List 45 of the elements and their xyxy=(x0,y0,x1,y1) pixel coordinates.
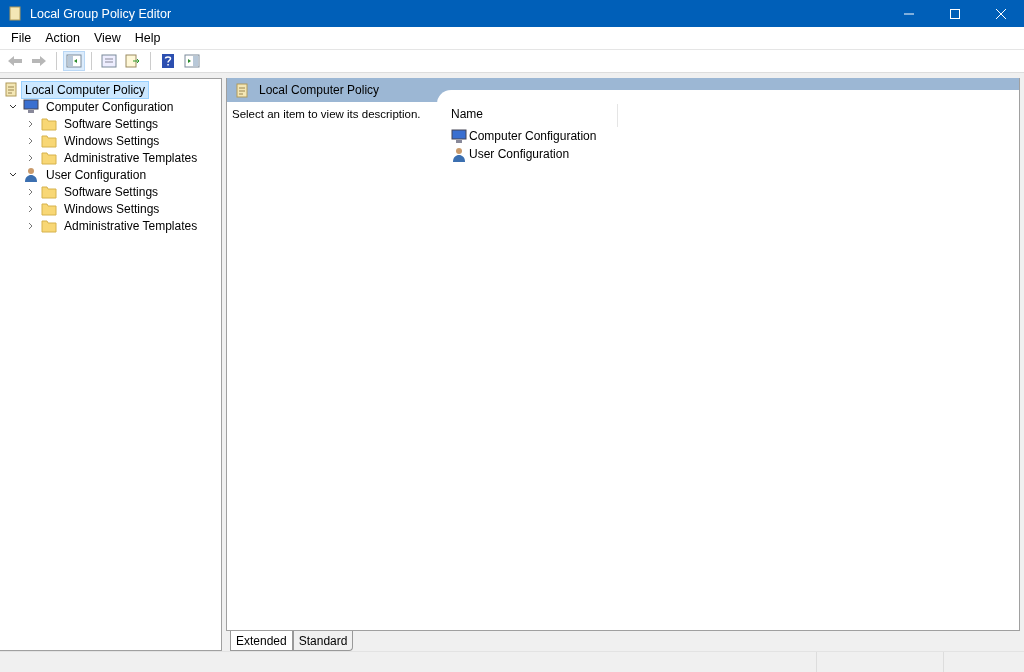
tree-item[interactable]: User Configuration xyxy=(42,165,151,184)
folder-icon xyxy=(41,150,57,165)
menu-item[interactable]: Help xyxy=(127,29,168,47)
tree-item[interactable]: Local Computer Policy xyxy=(21,80,150,99)
chevron-icon xyxy=(9,170,17,179)
scroll-icon xyxy=(4,82,18,97)
folder-icon xyxy=(41,218,57,233)
close-icon xyxy=(996,8,1006,19)
maximize-icon xyxy=(950,8,960,19)
folder-icon xyxy=(41,201,57,216)
list-item[interactable]: Computer Configuration xyxy=(469,129,597,143)
tree-item[interactable]: Administrative Templates xyxy=(60,216,202,235)
tree-item[interactable]: Windows Settings xyxy=(60,131,164,150)
pane-icon xyxy=(66,54,82,68)
user-icon xyxy=(23,167,39,182)
chevron-icon xyxy=(9,102,17,111)
view-tab[interactable]: Standard xyxy=(292,631,354,651)
help-icon xyxy=(161,53,175,69)
properties-icon xyxy=(101,54,117,68)
scroll-icon xyxy=(8,6,22,21)
computer-icon xyxy=(23,99,39,114)
list-item[interactable]: User Configuration xyxy=(469,147,570,161)
tree-item[interactable]: Computer Configuration xyxy=(42,97,178,116)
forward-arrow-icon xyxy=(31,55,47,67)
computer-icon xyxy=(451,128,467,144)
column-header[interactable]: Name xyxy=(451,104,618,127)
back-arrow-icon xyxy=(7,55,23,67)
pane-title: Local Computer Policy xyxy=(259,83,380,97)
tree-item[interactable]: Administrative Templates xyxy=(60,148,202,167)
folder-icon xyxy=(41,116,57,131)
menu-item[interactable]: View xyxy=(86,29,128,47)
scroll-icon xyxy=(235,82,249,98)
window-title: Local Group Policy Editor xyxy=(30,6,173,21)
menu-item[interactable]: Action xyxy=(38,29,87,47)
pane-icon xyxy=(184,54,200,68)
description-text: Select an item to view its description. xyxy=(231,107,422,122)
user-icon xyxy=(451,146,467,162)
view-tab[interactable]: Extended xyxy=(230,631,293,651)
folder-icon xyxy=(41,184,57,199)
export-list-icon xyxy=(125,54,141,68)
tree-item[interactable]: Software Settings xyxy=(60,114,163,133)
menu-item[interactable]: File xyxy=(4,29,39,47)
tree-item[interactable]: Windows Settings xyxy=(60,199,164,218)
tree-item[interactable]: Software Settings xyxy=(60,182,163,201)
folder-icon xyxy=(41,133,57,148)
